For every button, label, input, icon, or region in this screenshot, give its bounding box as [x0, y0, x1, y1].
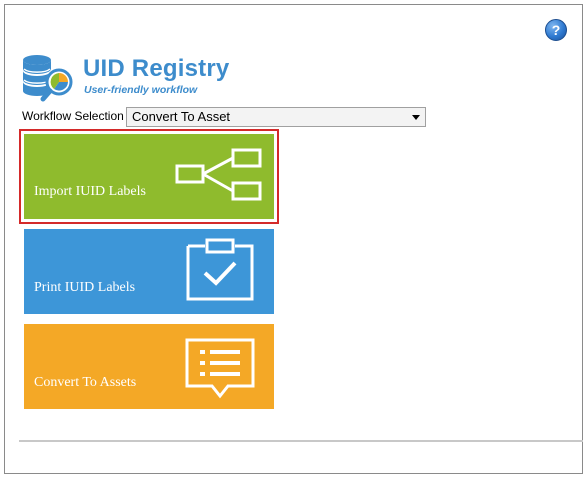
- database-chart-icon: [23, 55, 73, 102]
- tile-label: Import IUID Labels: [34, 184, 146, 199]
- workflow-select[interactable]: Convert To Asset: [126, 107, 426, 127]
- workflow-select-value: Convert To Asset: [132, 109, 231, 124]
- dropdown-arrow-icon: [412, 115, 420, 120]
- tile-label: Convert To Assets: [34, 375, 137, 390]
- list-bubble-icon: [185, 338, 255, 399]
- clipboard-check-icon: [186, 238, 254, 301]
- convert-to-assets-tile[interactable]: Convert To Assets: [24, 324, 274, 409]
- divider: [19, 440, 583, 442]
- print-iuid-labels-tile[interactable]: Print IUID Labels: [24, 229, 274, 314]
- tile-label: Print IUID Labels: [34, 280, 136, 295]
- hierarchy-icon: [175, 148, 262, 201]
- import-iuid-labels-tile[interactable]: Import IUID Labels: [19, 129, 279, 224]
- help-icon[interactable]: ?: [545, 19, 567, 41]
- app-subtitle: User-friendly workflow: [84, 84, 198, 96]
- app-title: UID Registry: [83, 55, 230, 82]
- workflow-selection-label: Workflow Selection: [22, 109, 124, 123]
